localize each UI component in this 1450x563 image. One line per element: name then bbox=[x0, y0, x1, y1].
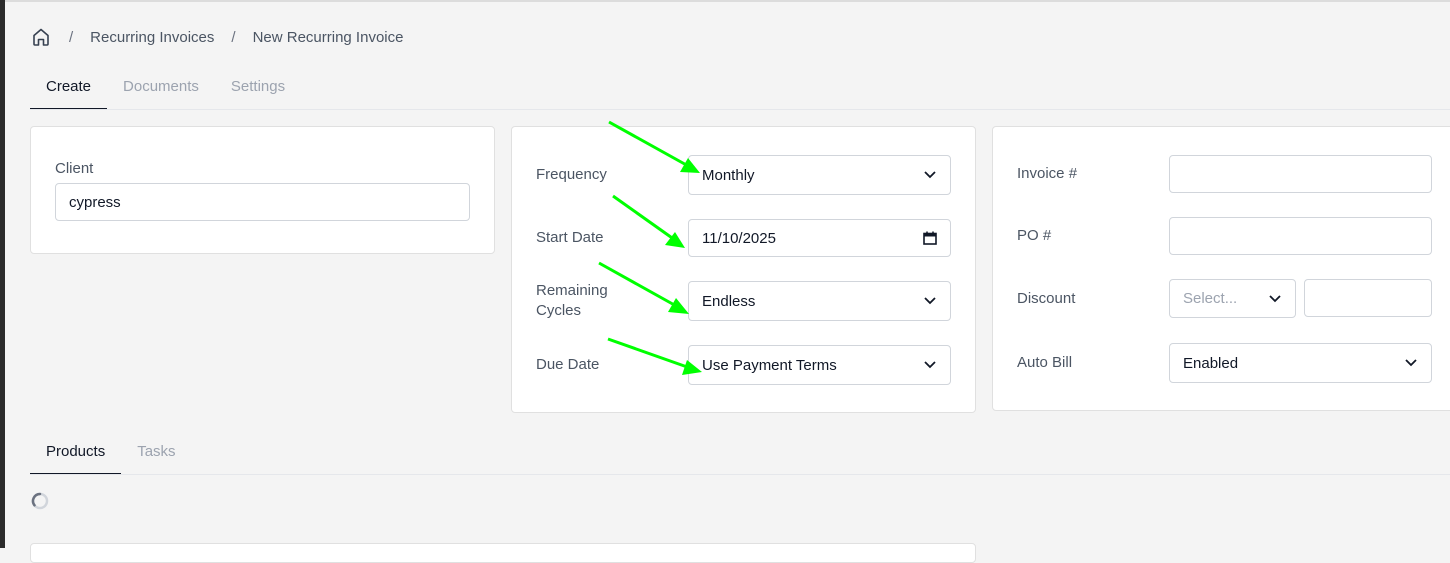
chevron-down-icon bbox=[924, 171, 936, 179]
breadcrumb-separator: / bbox=[231, 28, 236, 46]
top-border bbox=[5, 0, 1450, 2]
breadcrumb-recurring-invoices[interactable]: Recurring Invoices bbox=[90, 29, 214, 46]
calendar-icon[interactable] bbox=[923, 231, 937, 245]
start-date-label: Start Date bbox=[536, 229, 604, 246]
page-tabs: Create Documents Settings bbox=[30, 78, 301, 110]
tab-products[interactable]: Products bbox=[30, 443, 122, 475]
remaining-cycles-label: Remaining Cycles bbox=[536, 282, 608, 319]
discount-label: Discount bbox=[1017, 290, 1076, 307]
auto-bill-value: Enabled bbox=[1183, 354, 1239, 372]
tabs-divider bbox=[30, 474, 1450, 475]
details-card: Invoice # PO # Discount Select... Auto B… bbox=[992, 126, 1450, 411]
tab-tasks[interactable]: Tasks bbox=[121, 443, 191, 475]
remaining-cycles-select[interactable]: Endless bbox=[688, 281, 951, 321]
discount-type-placeholder: Select... bbox=[1183, 290, 1238, 307]
chevron-down-icon bbox=[1405, 359, 1417, 367]
line-items-card bbox=[30, 543, 976, 563]
client-input[interactable]: cypress bbox=[55, 183, 470, 221]
remaining-cycles-value: Endless bbox=[702, 292, 756, 310]
chevron-down-icon bbox=[924, 297, 936, 305]
frequency-value: Monthly bbox=[702, 166, 755, 184]
home-icon[interactable] bbox=[31, 27, 51, 47]
due-date-select[interactable]: Use Payment Terms bbox=[688, 345, 951, 385]
tab-documents[interactable]: Documents bbox=[107, 78, 215, 110]
window-edge bbox=[0, 0, 5, 548]
start-date-value: 11/10/2025 bbox=[702, 229, 776, 247]
auto-bill-select[interactable]: Enabled bbox=[1169, 343, 1432, 383]
chevron-down-icon bbox=[1269, 294, 1281, 302]
invoice-number-label: Invoice # bbox=[1017, 165, 1078, 182]
po-number-label: PO # bbox=[1017, 227, 1052, 244]
breadcrumb: / Recurring Invoices / New Recurring Inv… bbox=[31, 26, 403, 48]
due-date-label: Due Date bbox=[536, 356, 600, 373]
client-card: Client cypress bbox=[30, 126, 495, 254]
line-item-tabs: Products Tasks bbox=[30, 443, 192, 475]
invoice-number-input[interactable] bbox=[1169, 155, 1432, 193]
client-input-value: cypress bbox=[69, 193, 121, 211]
tab-create[interactable]: Create bbox=[30, 78, 108, 110]
po-number-input[interactable] bbox=[1169, 217, 1432, 255]
loading-spinner-icon bbox=[31, 492, 49, 510]
discount-value-input[interactable] bbox=[1304, 279, 1432, 317]
frequency-select[interactable]: Monthly bbox=[688, 155, 951, 195]
breadcrumb-separator: / bbox=[69, 28, 74, 46]
discount-type-select[interactable]: Select... bbox=[1169, 279, 1296, 318]
client-label: Client bbox=[55, 160, 94, 177]
tab-settings[interactable]: Settings bbox=[215, 78, 301, 110]
frequency-label: Frequency bbox=[536, 166, 607, 183]
due-date-value: Use Payment Terms bbox=[702, 356, 837, 374]
tabs-divider bbox=[30, 109, 1450, 110]
chevron-down-icon bbox=[924, 361, 936, 369]
schedule-card: Frequency Monthly Start Date 11/10/2025 … bbox=[511, 126, 976, 413]
breadcrumb-current-page: New Recurring Invoice bbox=[252, 28, 404, 46]
auto-bill-label: Auto Bill bbox=[1017, 354, 1073, 371]
start-date-input[interactable]: 11/10/2025 bbox=[688, 219, 951, 257]
